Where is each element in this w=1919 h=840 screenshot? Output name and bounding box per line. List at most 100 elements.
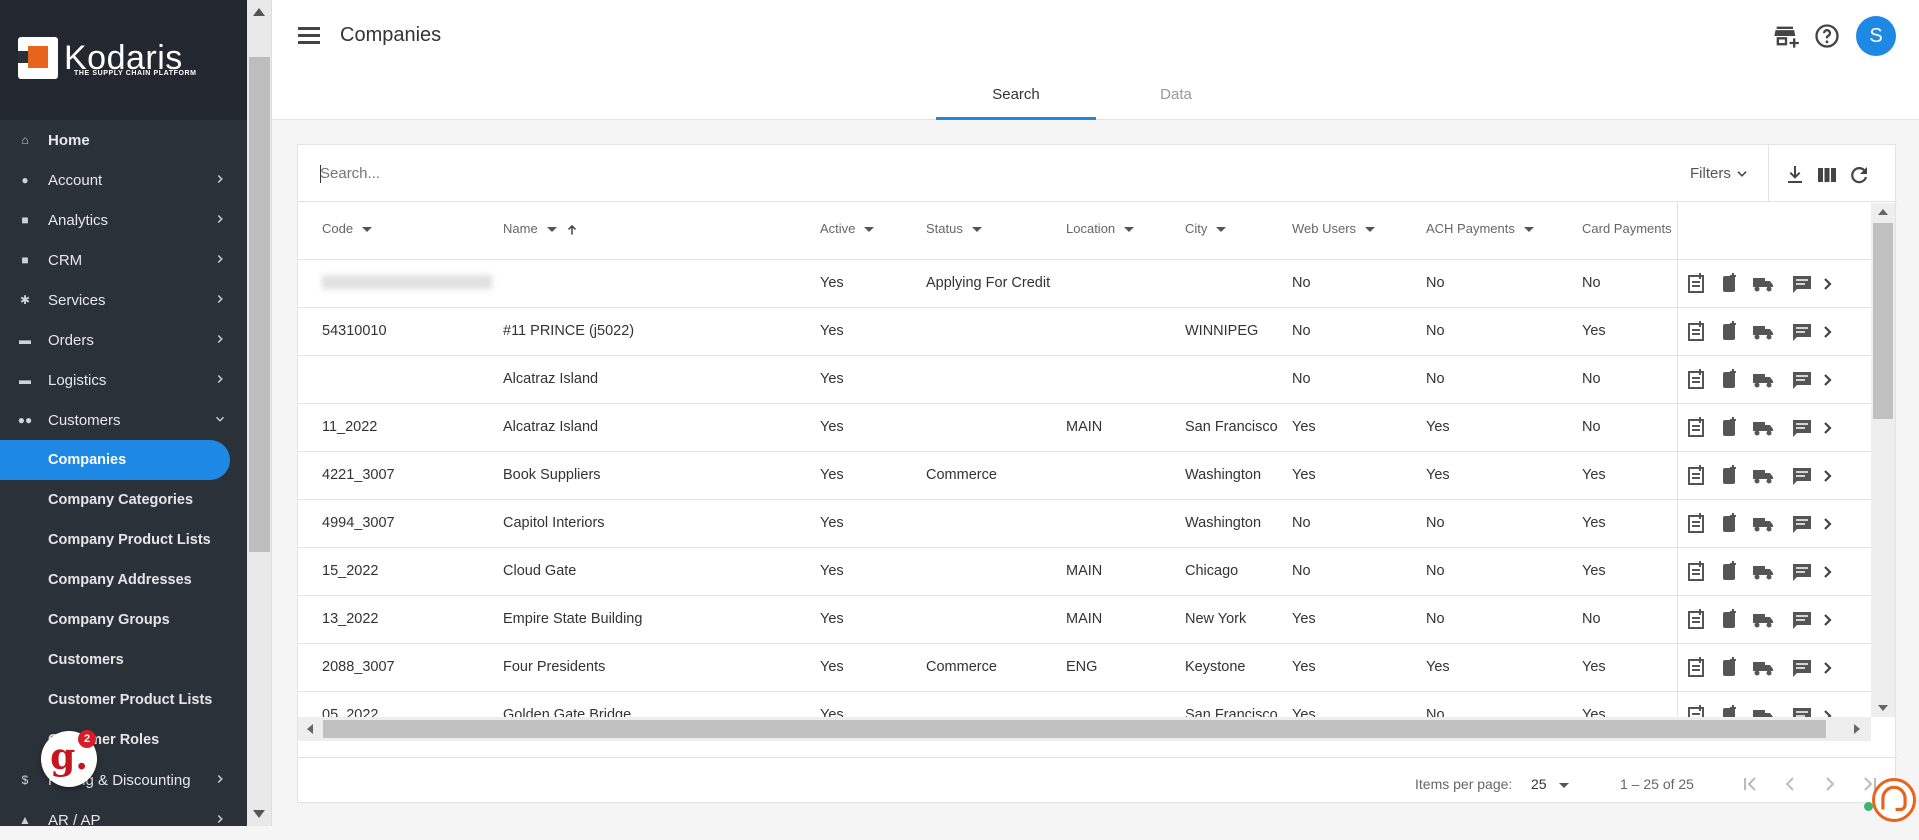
column-header-city[interactable]: City bbox=[1185, 221, 1227, 236]
table-row[interactable]: 2088_3007 Four Presidents Yes Commerce ENG Ke… bbox=[298, 643, 1871, 691]
shipping-icon bbox=[1753, 662, 1773, 676]
row-actions[interactable] bbox=[1687, 415, 1847, 441]
page-size-select[interactable]: 25 bbox=[1531, 776, 1569, 792]
row-actions[interactable] bbox=[1687, 511, 1847, 537]
kodaris-logo[interactable]: Kodaris THE SUPPLY CHAIN PLATFORM bbox=[18, 36, 196, 80]
sidebar-item-home[interactable]: ⌂ Home bbox=[0, 120, 247, 160]
cell-city: Washington bbox=[1185, 515, 1262, 531]
table-horizontal-scrollbar[interactable] bbox=[298, 717, 1871, 741]
column-header-label: Code bbox=[322, 221, 354, 236]
row-actions[interactable] bbox=[1687, 367, 1847, 393]
sidebar-item-logistics[interactable]: ▬ Logistics bbox=[0, 360, 247, 400]
table-vertical-scrollbar[interactable] bbox=[1871, 203, 1895, 717]
table-row[interactable]: Yes Applying For Credit No No No bbox=[298, 259, 1871, 307]
sidebar-scrollbar[interactable] bbox=[247, 0, 272, 826]
sidebar-subitem-company-categories[interactable]: Company Categories bbox=[0, 480, 247, 520]
sidebar-item-pricing-discounting[interactable]: $ Pricing & Discounting bbox=[0, 760, 247, 800]
column-header-web-users[interactable]: Web Users bbox=[1292, 221, 1376, 236]
next-page-icon[interactable] bbox=[1818, 772, 1842, 796]
refresh-icon[interactable] bbox=[1847, 163, 1871, 187]
scroll-down-icon[interactable] bbox=[253, 810, 265, 818]
comment-icon bbox=[1793, 468, 1811, 485]
search-input[interactable] bbox=[320, 165, 820, 182]
sidebar-item-customers[interactable]: ●● Customers bbox=[0, 400, 247, 440]
column-header-name[interactable]: Name bbox=[503, 221, 579, 237]
sidebar-subitem-companies[interactable]: Companies bbox=[0, 440, 230, 480]
column-header-active[interactable]: Active bbox=[820, 221, 875, 236]
row-actions[interactable] bbox=[1687, 463, 1847, 489]
add-store-icon[interactable] bbox=[1772, 22, 1800, 50]
sidebar-item-label: Customers bbox=[48, 411, 121, 429]
user-avatar[interactable]: S bbox=[1856, 16, 1896, 56]
menu-icon[interactable] bbox=[298, 27, 320, 45]
comment-icon bbox=[1793, 516, 1811, 533]
sidebar-subitem-company-product-lists[interactable]: Company Product Lists bbox=[0, 520, 247, 560]
row-actions[interactable] bbox=[1687, 319, 1847, 345]
scroll-thumb[interactable] bbox=[249, 57, 270, 552]
column-header-card-payments[interactable]: Card Payments bbox=[1582, 221, 1672, 236]
scroll-right-icon[interactable] bbox=[1854, 724, 1860, 734]
page-size-value: 25 bbox=[1531, 776, 1547, 792]
table-row[interactable]: 4994_3007 Capitol Interiors Yes Washington N… bbox=[298, 499, 1871, 547]
cell-active: Yes bbox=[820, 563, 844, 579]
cell-code-redacted bbox=[322, 275, 492, 293]
download-icon[interactable] bbox=[1783, 163, 1807, 187]
column-header-label: ACH Payments bbox=[1426, 221, 1515, 236]
page-title: Companies bbox=[340, 24, 442, 46]
cell-active: Yes bbox=[820, 419, 844, 435]
tab-data[interactable]: Data bbox=[1096, 86, 1256, 103]
sidebar-item-account[interactable]: ● Account bbox=[0, 160, 247, 200]
comment-icon bbox=[1793, 324, 1811, 341]
cell-city: New York bbox=[1185, 611, 1247, 627]
sidebar-subitem-company-groups[interactable]: Company Groups bbox=[0, 600, 247, 640]
column-header-status[interactable]: Status bbox=[926, 221, 982, 236]
table-row[interactable]: 4221_3007 Book Suppliers Yes Commerce Washin… bbox=[298, 451, 1871, 499]
add-note-icon bbox=[1688, 513, 1704, 533]
sidebar-item-label: Account bbox=[48, 171, 103, 189]
cell-web: No bbox=[1292, 323, 1311, 339]
scroll-up-icon[interactable] bbox=[253, 8, 265, 16]
column-header-code[interactable]: Code bbox=[322, 221, 373, 236]
table-row[interactable]: Alcatraz Island Yes No No No bbox=[298, 355, 1871, 403]
sidebar-item-orders[interactable]: ▬ Orders bbox=[0, 320, 247, 360]
help-icon[interactable] bbox=[1813, 22, 1841, 50]
table-row[interactable]: 15_2022 Cloud Gate Yes MAIN Chicago No No Yes bbox=[298, 547, 1871, 595]
column-header-ach-payments[interactable]: ACH Payments bbox=[1426, 221, 1534, 236]
sort-menu-icon bbox=[1216, 227, 1227, 233]
filters-dropdown[interactable]: Filters bbox=[1690, 165, 1749, 182]
sidebar-subitem-customers[interactable]: Customers bbox=[0, 640, 247, 680]
table-row[interactable]: 13_2022 Empire State Building Yes MAIN New Y… bbox=[298, 595, 1871, 643]
tab-search[interactable]: Search bbox=[936, 86, 1096, 103]
column-header-label: Card Payments bbox=[1582, 221, 1672, 236]
add-note-icon bbox=[1688, 369, 1704, 389]
row-actions[interactable] bbox=[1687, 655, 1847, 681]
row-actions[interactable] bbox=[1687, 607, 1847, 633]
sidebar-item-crm[interactable]: ■ CRM bbox=[0, 240, 247, 280]
sidebar-item-ar-ap[interactable]: ▲ AR / AP bbox=[0, 800, 247, 840]
cell-code: 54310010 bbox=[322, 323, 387, 339]
sidebar-subitem-company-addresses[interactable]: Company Addresses bbox=[0, 560, 247, 600]
sidebar-subitem-customer-product-lists[interactable]: Customer Product Lists bbox=[0, 680, 247, 720]
scroll-thumb[interactable] bbox=[323, 720, 1826, 738]
scroll-down-icon[interactable] bbox=[1878, 705, 1888, 711]
first-page-icon[interactable] bbox=[1738, 772, 1762, 796]
shipping-icon bbox=[1753, 518, 1773, 532]
sidebar-item-analytics[interactable]: ■ Analytics bbox=[0, 200, 247, 240]
shipping-icon bbox=[1753, 422, 1773, 436]
scroll-left-icon[interactable] bbox=[307, 724, 313, 734]
column-header-location[interactable]: Location bbox=[1066, 221, 1135, 236]
row-actions[interactable] bbox=[1687, 559, 1847, 585]
table-row[interactable]: 54310010 #11 PRINCE (j5022) Yes WINNIPEG No N… bbox=[298, 307, 1871, 355]
sidebar-item-services[interactable]: ✱ Services bbox=[0, 280, 247, 320]
scroll-up-icon[interactable] bbox=[1878, 209, 1888, 215]
chat-support-icon[interactable] bbox=[1872, 778, 1916, 822]
previous-page-icon[interactable] bbox=[1778, 772, 1802, 796]
column-header-label: Web Users bbox=[1292, 221, 1357, 236]
cell-active: Yes bbox=[820, 515, 844, 531]
scroll-thumb[interactable] bbox=[1873, 223, 1893, 419]
table-row[interactable]: 11_2022 Alcatraz Island Yes MAIN San Francis… bbox=[298, 403, 1871, 451]
columns-icon[interactable] bbox=[1815, 163, 1839, 187]
row-actions[interactable] bbox=[1687, 271, 1847, 297]
column-header-label: Name bbox=[503, 221, 538, 236]
sidebar-subitem-customer-roles[interactable]: Customer Roles bbox=[0, 720, 247, 760]
